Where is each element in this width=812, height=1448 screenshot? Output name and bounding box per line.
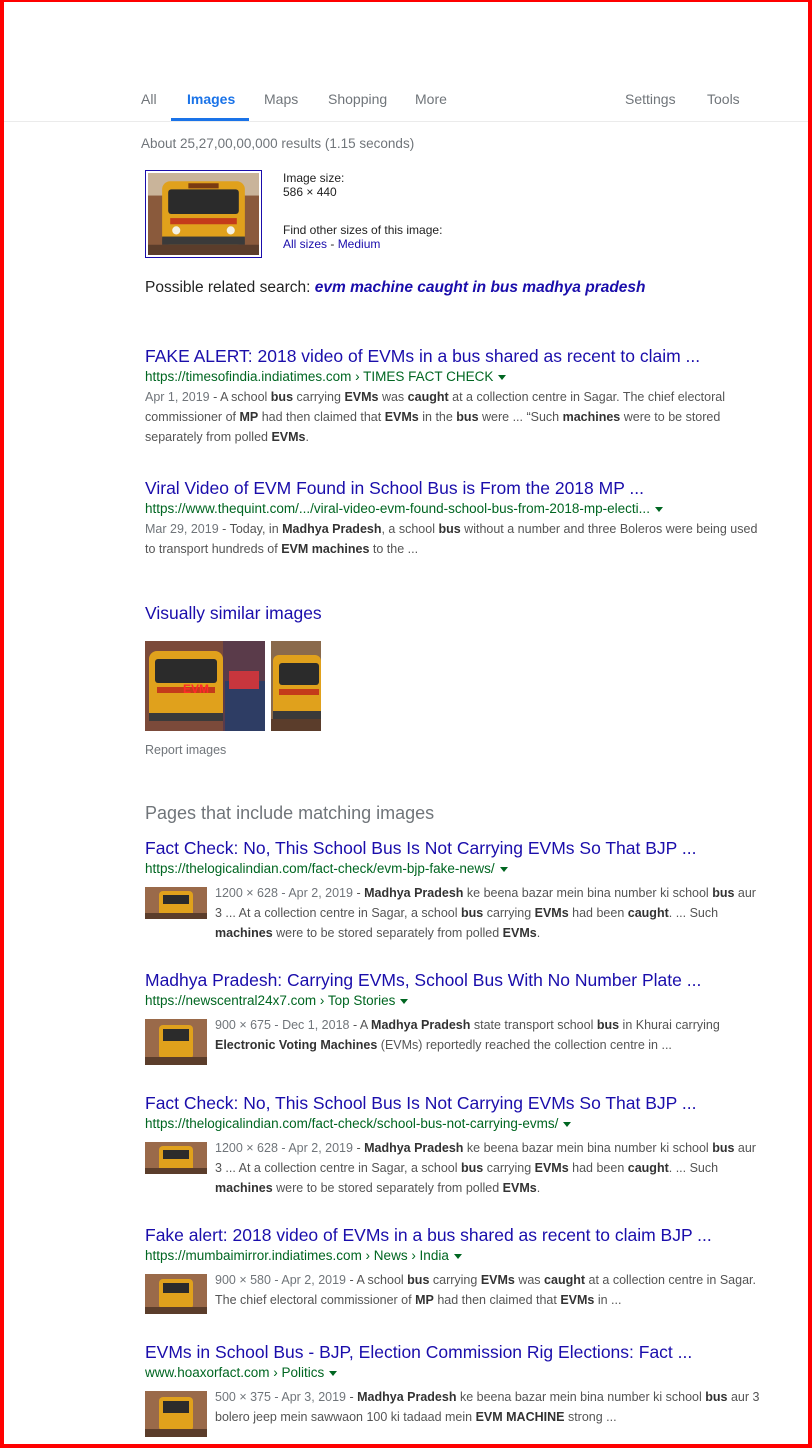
bus-image-icon bbox=[145, 1274, 207, 1314]
query-image[interactable] bbox=[145, 170, 262, 258]
page-result-title[interactable]: Fact Check: No, This School Bus Is Not C… bbox=[145, 837, 770, 859]
page-result-url: https://thelogicalindian.com/fact-check/… bbox=[145, 1116, 559, 1131]
page-result-url: www.hoaxorfact.com › Politics bbox=[145, 1365, 325, 1380]
tab-tools[interactable]: Tools bbox=[707, 91, 740, 107]
page-result: EVMs in School Bus - BJP, Election Commi… bbox=[145, 1341, 770, 1382]
tab-more[interactable]: More bbox=[415, 91, 447, 107]
chevron-down-icon[interactable] bbox=[453, 1253, 462, 1259]
find-sizes-label: Find other sizes of this image: bbox=[283, 223, 443, 237]
related-search: Possible related search: evm machine cau… bbox=[145, 279, 646, 297]
size-links: All sizes - Medium bbox=[283, 237, 442, 251]
chevron-down-icon[interactable] bbox=[499, 866, 508, 872]
page-result-title[interactable]: Fake alert: 2018 video of EVMs in a bus … bbox=[145, 1224, 770, 1246]
tab-settings[interactable]: Settings bbox=[625, 91, 676, 107]
page-result-title[interactable]: EVMs in School Bus - BJP, Election Commi… bbox=[145, 1341, 770, 1363]
report-images-link[interactable]: Report images bbox=[145, 743, 226, 757]
search-tabs: All Images Maps Shopping More Settings T… bbox=[0, 0, 812, 122]
result-url: https://www.thequint.com/.../viral-video… bbox=[145, 501, 650, 516]
page-result-url: https://mumbaimirror.indiatimes.com › Ne… bbox=[145, 1248, 449, 1263]
page-result: Fact Check: No, This School Bus Is Not C… bbox=[145, 837, 770, 878]
search-result: Viral Video of EVM Found in School Bus i… bbox=[145, 477, 770, 559]
page-meta: 900 × 580 - Apr 2, 2019 bbox=[215, 1273, 347, 1287]
result-url: https://timesofindia.indiatimes.com › TI… bbox=[145, 369, 494, 384]
page-result: Fake alert: 2018 video of EVMs in a bus … bbox=[145, 1224, 770, 1265]
page-result: Fact Check: No, This School Bus Is Not C… bbox=[145, 1092, 770, 1133]
page-result-url: https://thelogicalindian.com/fact-check/… bbox=[145, 861, 495, 876]
bus-image-icon bbox=[145, 1142, 207, 1174]
bus-image-icon bbox=[145, 887, 207, 919]
all-sizes-link[interactable]: All sizes bbox=[283, 237, 327, 251]
search-result: FAKE ALERT: 2018 video of EVMs in a bus … bbox=[145, 345, 770, 447]
page-thumbnail[interactable] bbox=[145, 1274, 207, 1314]
chevron-down-icon[interactable] bbox=[498, 374, 507, 380]
result-snippet-text: A school bus carrying EVMs was caught at… bbox=[145, 390, 725, 444]
page-thumbnail[interactable] bbox=[145, 1391, 207, 1437]
size-separator: - bbox=[327, 237, 338, 251]
page-snippet: 1200 × 628 - Apr 2, 2019 - Madhya Prades… bbox=[215, 886, 756, 940]
page-snippet: 900 × 675 - Dec 1, 2018 - A Madhya Prade… bbox=[215, 1018, 720, 1052]
visually-similar-heading[interactable]: Visually similar images bbox=[145, 603, 322, 624]
bus-image-icon bbox=[148, 173, 259, 255]
tab-shopping[interactable]: Shopping bbox=[328, 91, 387, 107]
bus-image-icon bbox=[271, 641, 321, 731]
chevron-down-icon[interactable] bbox=[654, 506, 663, 512]
page-thumbnail[interactable] bbox=[145, 1019, 207, 1065]
result-title[interactable]: Viral Video of EVM Found in School Bus i… bbox=[145, 477, 770, 499]
page-snippet: 1200 × 628 - Apr 2, 2019 - Madhya Prades… bbox=[215, 1141, 756, 1195]
page-result-title[interactable]: Madhya Pradesh: Carrying EVMs, School Bu… bbox=[145, 969, 770, 991]
tabs-divider bbox=[4, 121, 808, 122]
page-thumbnail[interactable] bbox=[145, 887, 207, 919]
result-snippet: Apr 1, 2019 - A school bus carrying EVMs… bbox=[145, 390, 725, 444]
similar-image[interactable]: EVM bbox=[145, 641, 265, 731]
image-info: Image size: 586 × 440 Find other sizes o… bbox=[283, 171, 442, 251]
page-snippet: 900 × 580 - Apr 2, 2019 - A school bus c… bbox=[215, 1273, 756, 1307]
chevron-down-icon[interactable] bbox=[329, 1370, 338, 1376]
tab-all[interactable]: All bbox=[141, 91, 157, 107]
medium-size-link[interactable]: Medium bbox=[338, 237, 381, 251]
page-thumbnail[interactable] bbox=[145, 1142, 207, 1174]
pages-heading: Pages that include matching images bbox=[145, 803, 435, 823]
tab-images[interactable]: Images bbox=[187, 91, 235, 107]
result-snippet: Mar 29, 2019 - Today, in Madhya Pradesh,… bbox=[145, 522, 758, 556]
related-search-query[interactable]: evm machine caught in bus madhya pradesh bbox=[315, 279, 646, 296]
image-size-label: Image size: bbox=[283, 171, 345, 185]
bus-image-icon: EVM bbox=[145, 641, 265, 731]
chevron-down-icon[interactable] bbox=[400, 998, 409, 1004]
page-snippet: 500 × 375 - Apr 3, 2019 - Madhya Pradesh… bbox=[215, 1390, 760, 1424]
page-meta: 1200 × 628 - Apr 2, 2019 bbox=[215, 1141, 353, 1155]
image-size-value: 586 × 440 bbox=[283, 185, 337, 199]
bus-image-icon bbox=[145, 1391, 207, 1437]
page-result: Madhya Pradesh: Carrying EVMs, School Bu… bbox=[145, 969, 770, 1010]
result-title[interactable]: FAKE ALERT: 2018 video of EVMs in a bus … bbox=[145, 345, 770, 367]
similar-image[interactable] bbox=[271, 641, 321, 731]
chevron-down-icon[interactable] bbox=[563, 1121, 572, 1127]
page-meta: 900 × 675 - Dec 1, 2018 bbox=[215, 1018, 350, 1032]
bus-image-icon bbox=[145, 1019, 207, 1065]
page-meta: 500 × 375 - Apr 3, 2019 bbox=[215, 1390, 347, 1404]
result-snippet-text: Today, in Madhya Pradesh, a school bus w… bbox=[145, 522, 758, 556]
page-result-title[interactable]: Fact Check: No, This School Bus Is Not C… bbox=[145, 1092, 770, 1114]
result-date: Mar 29, 2019 bbox=[145, 522, 219, 536]
related-search-label: Possible related search: bbox=[145, 279, 315, 296]
result-stats: About 25,27,00,00,000 results (1.15 seco… bbox=[141, 136, 415, 151]
svg-text:EVM: EVM bbox=[183, 682, 209, 696]
page-meta: 1200 × 628 - Apr 2, 2019 bbox=[215, 886, 353, 900]
tab-maps[interactable]: Maps bbox=[264, 91, 298, 107]
result-date: Apr 1, 2019 bbox=[145, 390, 210, 404]
page-result-url: https://newscentral24x7.com › Top Storie… bbox=[145, 993, 396, 1008]
